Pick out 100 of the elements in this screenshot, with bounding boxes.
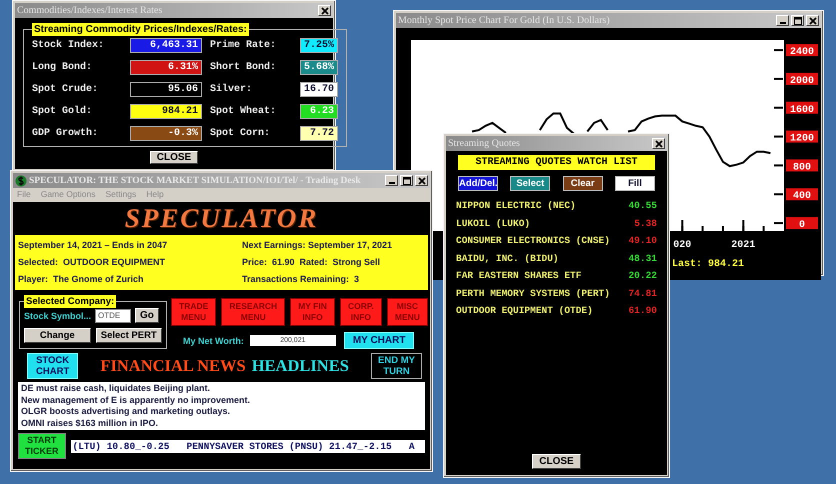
group-title: Selected Company: <box>24 295 116 308</box>
company-button[interactable]: Select PERT <box>96 328 162 343</box>
axis-label: 020 <box>673 240 692 251</box>
quote-name[interactable]: FAR EASTERN SHARES ETF <box>456 270 582 282</box>
rate-label: Spot Wheat: <box>210 106 278 117</box>
window-title: Streaming Quotes <box>448 138 521 149</box>
close-button[interactable] <box>652 138 665 149</box>
maximize-icon <box>794 16 802 24</box>
rate-label: Short Bond: <box>210 62 278 73</box>
rate-value: 5.68% <box>300 60 338 75</box>
y-tick-label: 400 <box>792 191 812 202</box>
rate-value: 984.21 <box>130 104 202 119</box>
axis-label: 2000 <box>786 72 818 87</box>
rate-value: 6,463.31 <box>130 38 202 53</box>
y-tick-label: 1200 <box>790 134 814 145</box>
close-icon <box>808 16 816 24</box>
quote-price: 61.90 <box>628 305 657 316</box>
info-text: Price: 61.90 Rated: Strong Sell <box>242 256 382 269</box>
rate-value: 6.31% <box>130 60 202 75</box>
close-icon <box>320 6 328 14</box>
headlines-title: HEADLINES <box>252 356 349 376</box>
quote-name[interactable]: NIPPON ELECTRIC (NEC) <box>456 200 576 212</box>
end-turn-button[interactable]: END MY TURN <box>371 353 422 379</box>
rate-value: 7.25% <box>300 38 338 53</box>
quote-name[interactable]: BAIDU, INC. (BIDU) <box>456 252 559 264</box>
quote-price: 49.10 <box>628 235 657 246</box>
axis-label: 1200 <box>786 130 818 145</box>
close-button[interactable] <box>806 15 819 26</box>
minimize-icon <box>780 22 786 24</box>
go-button[interactable]: Go <box>135 308 159 323</box>
maximize-button[interactable] <box>791 15 804 26</box>
close-button[interactable] <box>318 5 331 16</box>
info-text: September 14, 2021 – Ends in 2047 <box>18 239 168 252</box>
quote-price: 20.22 <box>628 270 657 282</box>
axis-label: 2400 <box>786 44 818 58</box>
quote-price: 74.81 <box>628 288 657 299</box>
dollar-icon <box>15 174 27 186</box>
group-title: Streaming Commodity Prices/Indexes/Rates: <box>32 23 249 36</box>
y-tick-label: 1600 <box>790 104 814 116</box>
rate-value: 6.23 <box>300 104 338 119</box>
rate-label: Spot Corn: <box>210 128 272 139</box>
watch-list-button[interactable]: Select <box>510 176 550 191</box>
rate-label: Spot Gold: <box>32 106 94 117</box>
y-tick-label: 800 <box>792 162 812 174</box>
net-worth-label: My Net Worth: <box>183 336 244 346</box>
maximize-icon <box>402 176 410 184</box>
quote-price: 5.38 <box>634 218 657 229</box>
y-tick-label: 2400 <box>790 47 814 58</box>
minimize-button[interactable] <box>776 15 789 26</box>
close-button[interactable]: CLOSE <box>150 151 198 164</box>
rate-value: 7.72 <box>300 126 338 141</box>
info-text: Transactions Remaining: 3 <box>242 273 360 286</box>
close-icon <box>654 140 662 148</box>
quote-name[interactable]: PERTH MEMORY SYSTEMS (PERT) <box>456 288 610 299</box>
window-title: Commodities/Indexes/Interest Rates <box>17 5 164 16</box>
headline-text: DE must raise cash, liquidates Beijing plant. <box>21 383 212 394</box>
company-button[interactable]: Change <box>24 328 90 343</box>
watch-list-button[interactable]: Add/Del. <box>458 176 498 191</box>
quote-price: 40.55 <box>628 200 657 212</box>
minimize-icon <box>388 182 394 184</box>
rate-value: 95.06 <box>130 82 202 97</box>
quote-name[interactable]: LUKOIL (LUKO) <box>456 218 530 229</box>
minimize-button[interactable] <box>385 175 398 186</box>
watch-list-button[interactable]: Fill <box>614 176 655 191</box>
info-text: Selected: OUTDOOR EQUIPMENT <box>18 256 166 269</box>
rate-label: Silver: <box>210 84 254 95</box>
watch-list-title: STREAMING QUOTES WATCH LIST <box>458 155 655 170</box>
ticker-text: (LTU) 10.80_-0.25 PENNYSAVER STORES (PNSU) 21.47_-2.15 A <box>70 440 425 452</box>
rate-value: -0.3% <box>130 126 202 141</box>
quote-name[interactable]: CONSUMER ELECTRONICS (CNSE) <box>456 235 610 246</box>
logo-text: SPECULATOR <box>124 203 318 234</box>
quote-name[interactable]: OUTDOOR EQUIPMENT (OTDE) <box>456 305 593 316</box>
axis-label: 800 <box>786 159 818 174</box>
axis-label: 0 <box>786 217 818 232</box>
news-title: FINANCIAL NEWS <box>100 356 246 376</box>
window-title: Monthly Spot Price Chart For Gold (In U.S. Dollars) <box>398 15 611 26</box>
y-tick-label: 2000 <box>790 76 814 87</box>
stock-chart-button[interactable]: STOCK CHART <box>27 353 78 379</box>
start-ticker-button[interactable]: START TICKER <box>18 433 66 459</box>
quote-price: 48.31 <box>628 252 657 264</box>
headline-text: OLGR boosts advertising and marketing outlays. <box>21 406 232 418</box>
axis-label: 2021 <box>731 240 756 251</box>
close-button[interactable] <box>415 175 428 186</box>
headline-text: New management of E is apparently no improvement. <box>21 394 252 406</box>
watch-list-button[interactable]: Clear <box>562 176 603 191</box>
rate-label: Prime Rate: <box>210 40 278 51</box>
last-price: Last: 984.21 <box>672 259 744 270</box>
rate-label: GDP Growth: <box>32 128 100 139</box>
my-chart-button[interactable]: MY CHART <box>344 332 414 349</box>
close-button[interactable]: CLOSE <box>532 454 581 469</box>
close-icon <box>418 176 426 184</box>
info-text: Next Earnings: September 17, 2021 <box>242 239 394 252</box>
axis-label: 1600 <box>786 102 818 116</box>
maximize-button[interactable] <box>400 175 413 186</box>
rate-value: 16.70 <box>300 82 338 97</box>
axis-label: 400 <box>786 188 818 202</box>
y-tick-label: 0 <box>798 220 806 232</box>
headline-text: OMNI raises $163 million in IPO. <box>21 418 160 429</box>
symbol-label: Stock Symbol... <box>24 310 92 320</box>
symbol-field[interactable]: OTDE <box>95 308 132 322</box>
